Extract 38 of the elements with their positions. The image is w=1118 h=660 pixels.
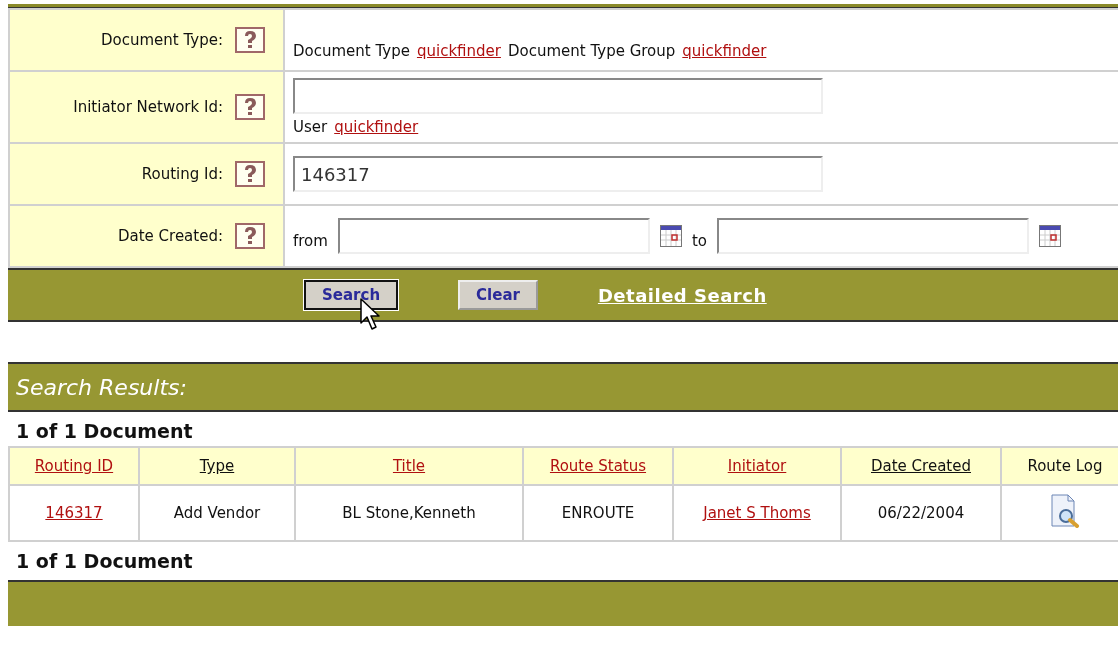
table-cell: Add Vendor <box>173 504 261 522</box>
quickfinder-link[interactable]: quickfinder <box>334 118 419 136</box>
pointer-icon <box>360 298 382 332</box>
quickfinder-link[interactable]: quickfinder <box>682 42 767 60</box>
text-input[interactable]: 146317 <box>293 156 823 192</box>
help-icon[interactable] <box>235 27 265 53</box>
date-input[interactable] <box>717 218 1029 254</box>
table-cell: 06/22/2004 <box>877 504 965 522</box>
column-header-link[interactable]: Type <box>199 457 235 475</box>
table-link[interactable]: 146317 <box>45 504 103 522</box>
quickfinder-link[interactable]: quickfinder <box>416 42 501 60</box>
document-magnifier-icon[interactable] <box>1050 494 1080 528</box>
clear-button[interactable]: Clear <box>458 280 538 310</box>
field-label: Initiator Network Id: <box>73 98 223 116</box>
help-icon[interactable] <box>235 94 265 120</box>
column-header-link[interactable]: Initiator <box>727 457 787 475</box>
calendar-icon[interactable] <box>1039 225 1061 247</box>
column-header-link[interactable]: Title <box>392 457 426 475</box>
text-input[interactable] <box>293 78 823 114</box>
field-label: Date Created: <box>117 227 223 245</box>
search-button[interactable]: Search <box>304 280 399 310</box>
date-input[interactable] <box>337 218 650 254</box>
field-label: Document Type: <box>101 31 223 49</box>
from-label: from <box>293 231 328 250</box>
table-cell: ENROUTE <box>561 504 635 522</box>
result-count: 1 of 1 Document <box>15 419 194 444</box>
results-title: Search Results: <box>16 374 187 400</box>
to-label: to <box>691 231 707 250</box>
finder-label: Document Type Group <box>507 42 676 60</box>
field-label: Routing Id: <box>141 165 223 183</box>
table-cell: BL Stone,Kenneth <box>342 504 476 522</box>
help-icon[interactable] <box>235 223 265 249</box>
help-icon[interactable] <box>235 161 265 187</box>
finder-label: Document Type <box>293 42 410 60</box>
finder-label: User <box>293 118 328 136</box>
column-header: Route Log <box>1027 457 1103 475</box>
result-count: 1 of 1 Document <box>15 549 194 574</box>
calendar-icon[interactable] <box>659 225 682 247</box>
